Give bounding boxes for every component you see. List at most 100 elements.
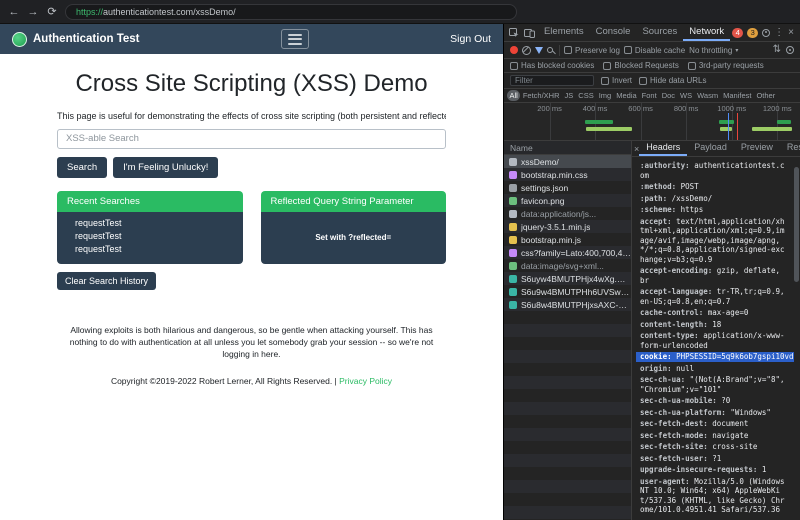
request-row[interactable]: S6u8w4BMUTPHjxsAXC-q.wof... (504, 298, 631, 311)
request-row[interactable]: settings.json (504, 181, 631, 194)
request-name: xssDemo/ (521, 156, 559, 167)
request-details-tabs: × HeadersPayloadPreviewResponse » (632, 141, 800, 157)
request-name: data:application/js... (521, 208, 597, 219)
request-row[interactable]: data:application/js... (504, 207, 631, 220)
inspect-element-icon[interactable] (508, 27, 521, 38)
details-tab-headers[interactable]: Headers (639, 141, 688, 156)
request-row[interactable]: css?family=Lato:400,700,400i... (504, 246, 631, 259)
request-row[interactable]: bootstrap.min.js (504, 233, 631, 246)
request-name: data:image/svg+xml... (521, 260, 604, 271)
request-name: jquery-3.5.1.min.js (521, 221, 591, 232)
recent-searches-list: requestTest requestTest requestTest (57, 212, 243, 256)
site-brand-label: Authentication Test (33, 33, 140, 45)
img-file-icon (509, 196, 517, 205)
network-settings-gear-icon[interactable] (786, 46, 794, 54)
warning-count-badge[interactable]: 3 (747, 27, 759, 38)
preserve-log-checkbox[interactable]: Preserve log (564, 46, 620, 55)
site-brand[interactable]: Authentication Test (12, 31, 140, 47)
filter-chip-js[interactable]: JS (562, 90, 576, 101)
devtools-tab-network[interactable]: Network (683, 24, 731, 41)
devtools-tab-elements[interactable]: Elements (538, 24, 590, 41)
request-row[interactable]: data:image/svg+xml... (504, 259, 631, 272)
filter-funnel-icon[interactable] (535, 46, 543, 54)
devtools-more-menu-icon[interactable]: ⋮ (774, 27, 784, 38)
record-network-log-icon[interactable] (510, 46, 518, 54)
filter-chip-wasm[interactable]: Wasm (695, 90, 721, 101)
overview-activity-bar (720, 127, 732, 131)
reload-icon[interactable]: ⟳ (46, 5, 58, 18)
has-blocked-cookies-checkbox[interactable]: Has blocked cookies (510, 61, 594, 70)
filter-chip-font[interactable]: Font (639, 90, 659, 101)
details-tab-payload[interactable]: Payload (687, 141, 734, 156)
devtools-tab-sources[interactable]: Sources (636, 24, 683, 41)
throttling-select[interactable]: No throttling ▾ (689, 46, 738, 55)
request-name: S6u9w4BMUTPHh6UVSwiPG... (521, 286, 631, 297)
header-sec-fetch-site: sec-fetch-site: cross-site (640, 442, 758, 451)
error-count-badge[interactable]: 4 (732, 27, 744, 38)
hamburger-icon (287, 33, 302, 36)
back-icon[interactable]: ← (8, 6, 20, 18)
site-navbar: Authentication Test Sign Out (0, 24, 503, 54)
forward-icon[interactable]: → (27, 6, 39, 18)
request-row[interactable]: favicon.png (504, 194, 631, 207)
filter-chip-other[interactable]: Other (754, 90, 778, 101)
overview-activity-bar (719, 120, 734, 124)
request-row[interactable]: S6uyw4BMUTPHjx4wXg.woff2 (504, 272, 631, 285)
filter-chip-fetch-xhr[interactable]: Fetch/XHR (520, 90, 562, 101)
request-row[interactable]: jquery-3.5.1.min.js (504, 220, 631, 233)
hide-data-urls-checkbox[interactable]: Hide data URLs (639, 76, 707, 85)
xss-search-input[interactable] (57, 128, 446, 149)
js-file-icon (509, 235, 517, 244)
request-name: S6uyw4BMUTPHjx4wXg.woff2 (521, 273, 631, 284)
request-list-name-header[interactable]: Name (504, 141, 631, 155)
devtools-tab-console[interactable]: Console (590, 24, 637, 41)
header-sec-fetch-mode: sec-fetch-mode: navigate (640, 430, 749, 440)
request-list: Name xssDemo/bootstrap.min.css settings.j… (504, 141, 632, 520)
warning-text: Allowing exploits is both hilarious and … (69, 324, 434, 359)
header-scheme: :scheme: https (640, 205, 704, 214)
url-text: authenticationtest.com/xssDemo/ (103, 6, 236, 17)
import-export-har-icon[interactable]: ⇅ (773, 45, 781, 55)
network-overview-timeline[interactable]: 200 ms 400 ms 600 ms 800 ms 1000 ms 1200 ms (504, 103, 800, 141)
filter-chip-all[interactable]: All (507, 90, 521, 101)
filter-chip-manifest[interactable]: Manifest (721, 90, 754, 101)
clear-search-history-button[interactable]: Clear Search History (57, 271, 157, 290)
privacy-policy-link[interactable]: Privacy Policy (339, 376, 392, 386)
header-sec-ch-ua: sec-ch-ua: "(Not(A:Brand";v="8", "Chromi… (640, 375, 785, 394)
feeling-unlucky-button[interactable]: I'm Feeling Unlucky! (113, 156, 219, 178)
filter-chip-ws[interactable]: WS (678, 90, 695, 101)
request-row[interactable]: xssDemo/ (504, 155, 631, 168)
devtools-close-icon[interactable]: × (788, 27, 794, 38)
blocked-requests-checkbox[interactable]: Blocked Requests (603, 61, 679, 70)
details-tab-preview[interactable]: Preview (734, 141, 780, 156)
filter-chip-img[interactable]: Img (596, 90, 614, 101)
header-sec-fetch-user: sec-fetch-user: ?1 (640, 453, 722, 463)
header-sec-ch-ua-mobile: sec-ch-ua-mobile: ?0 (640, 396, 731, 405)
filter-chip-doc[interactable]: Doc (659, 90, 677, 101)
device-toolbar-icon[interactable] (523, 28, 536, 38)
page-title: Cross Site Scripting (XSS) Demo (75, 70, 428, 97)
details-scrollbar[interactable] (794, 159, 799, 518)
navbar-toggler-button[interactable] (280, 29, 309, 49)
search-button[interactable]: Search (57, 156, 108, 178)
js-file-icon (509, 222, 517, 231)
sign-out-link[interactable]: Sign Out (450, 33, 491, 45)
request-name: favicon.png (521, 195, 565, 206)
reflected-param-body: Set with ?reflected= (260, 211, 446, 264)
disable-cache-checkbox[interactable]: Disable cache (623, 46, 685, 55)
clear-network-log-icon[interactable] (522, 45, 531, 55)
request-row[interactable]: S6u9w4BMUTPHh6UVSwiPG... (504, 285, 631, 298)
request-row[interactable]: bootstrap.min.css (504, 168, 631, 181)
3rd-party-requests-checkbox[interactable]: 3rd-party requests (687, 61, 764, 70)
overview-activity-bar (585, 127, 632, 131)
invert-checkbox[interactable]: Invert (601, 76, 632, 85)
devtools-settings-gear-icon[interactable] (762, 28, 771, 37)
details-tab-response[interactable]: Response (780, 141, 800, 156)
header-user-agent: user-agent: Mozilla/5.0 (Windows NT 10.0… (640, 476, 785, 515)
network-search-icon[interactable] (547, 47, 553, 53)
network-filter-input[interactable] (510, 75, 594, 86)
timeline-tick-label: 1200 ms (762, 104, 792, 113)
filter-chip-css[interactable]: CSS (576, 90, 596, 101)
address-bar[interactable]: https://authenticationtest.com/xssDemo/ (65, 3, 517, 20)
filter-chip-media[interactable]: Media (614, 90, 639, 101)
